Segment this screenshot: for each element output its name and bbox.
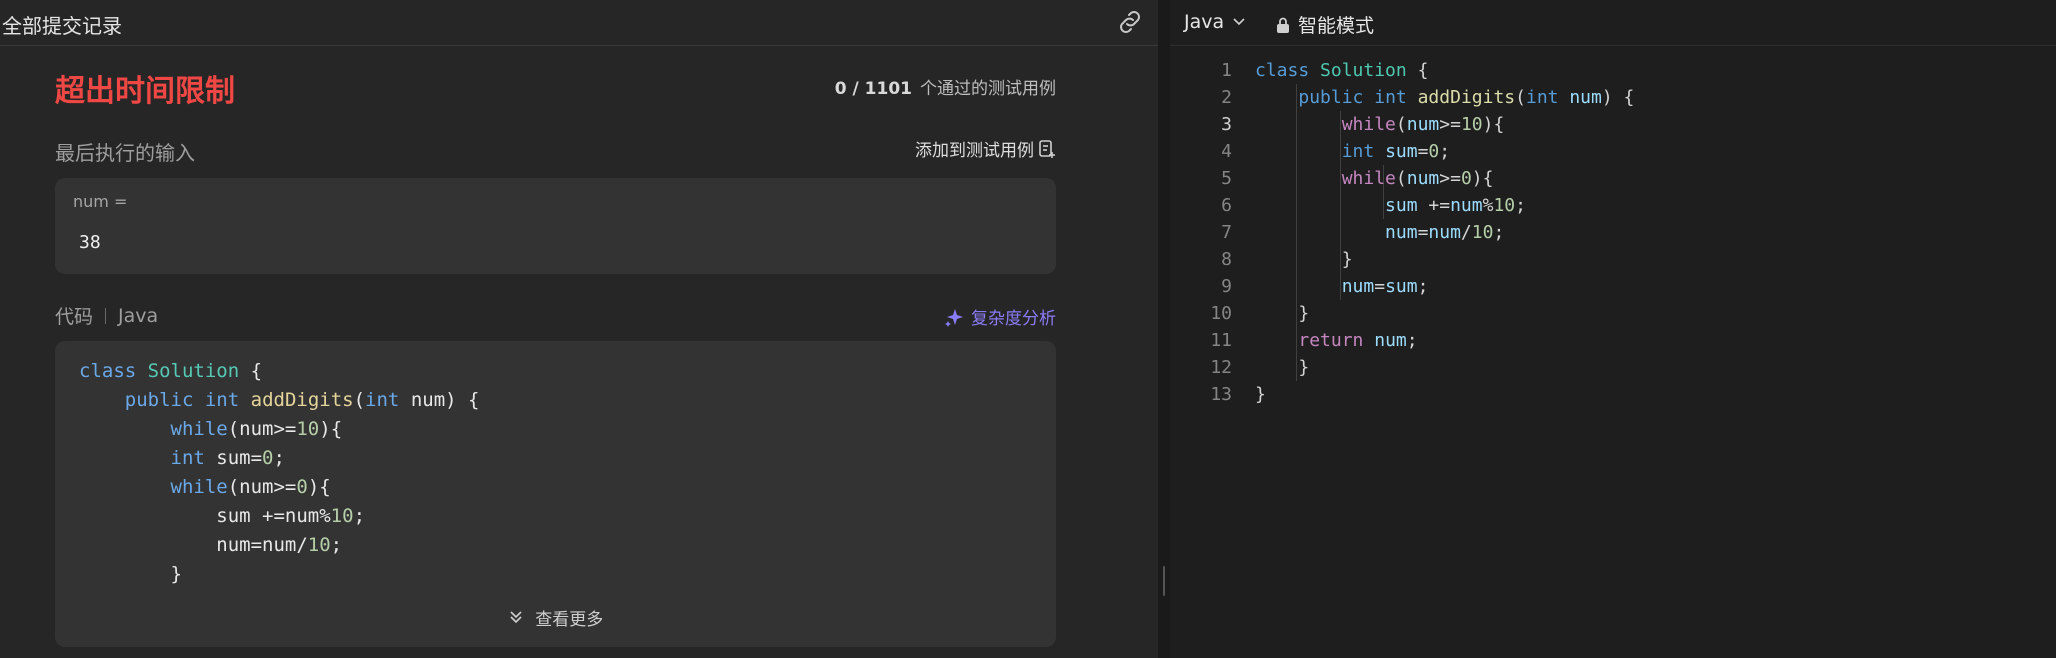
line-number: 10 [1210,303,1232,324]
link-icon[interactable] [1116,10,1144,34]
code-line: } [1255,249,1353,270]
code-line: sum +=num%10; [1385,195,1526,216]
code-preview-line: sum +=num%10; [79,505,366,527]
code-line: while(num>=0){ [1341,168,1494,189]
complexity-analysis-label: 复杂度分析 [971,309,1056,329]
editor-code-lines[interactable]: class Solution { public int addDigits(in… [1255,57,1634,408]
add-to-testcase-label: 添加到测试用例 [915,141,1034,161]
all-submissions-link[interactable]: 全部提交记录 [2,10,122,39]
submitted-code-preview: class Solution { public int addDigits(in… [55,341,1056,647]
code-line: } [1255,303,1310,324]
add-to-testcase-button[interactable]: 添加到测试用例 [915,136,1056,161]
code-preview-line: num=num/10; [79,534,343,556]
testcase-pass-count: 0 / 1101 个通过的测试用例 [835,74,1056,99]
line-number: 9 [1221,276,1232,297]
code-line: class Solution { [1255,60,1429,81]
smart-mode-toggle[interactable]: 智能模式 [1276,11,1374,38]
code-language-label: Java [118,304,159,327]
line-number: 13 [1210,384,1232,405]
code-preview-line: int sum=0; [170,447,285,469]
app-root: 全部提交记录 超出时间限制 0 / 1101 个通过的测试用例 最后执行的输入 添… [0,0,2056,658]
code-line: } [1255,384,1266,405]
code-label-separator [105,307,107,324]
line-number: 11 [1210,330,1232,351]
input-param-value: 38 [79,232,101,253]
see-more-label: 查看更多 [535,610,604,630]
code-line: num=num/10; [1385,222,1505,243]
pass-count-value: 0 / 1101 [834,79,912,99]
line-number: 1 [1221,60,1232,81]
code-line: public int addDigits(int num) { [1298,87,1635,108]
code-line: return num; [1298,330,1418,351]
code-preview-line: while(num>=0){ [170,476,331,498]
submission-status: 超出时间限制 [55,74,235,109]
line-number: 2 [1221,87,1232,108]
code-preview-line: public int addDigits(int num) { [124,389,480,411]
code-label-row: 代码 Java [55,302,158,329]
editor-toolbar: Java 智能模式 [1170,0,2056,46]
code-editor-panel: Java 智能模式 1 2 3 4 5 6 7 8 9 10 11 12 13 class Soluti… [1170,0,2056,658]
line-number: 6 [1221,195,1232,216]
line-number: 3 [1221,114,1232,135]
add-to-testcase-icon [1039,139,1055,158]
line-number: 12 [1210,357,1232,378]
line-number: 7 [1221,222,1232,243]
panel-resize-divider[interactable] [1158,0,1170,658]
code-preview-lines: class Solution { public int addDigits(in… [79,357,479,589]
double-chevron-down-icon [510,611,522,624]
input-param-name: num = [73,192,128,211]
resize-handle[interactable] [1163,566,1165,596]
smart-mode-label: 智能模式 [1298,15,1375,37]
pass-count-suffix: 个通过的测试用例 [920,79,1056,99]
submission-header: 全部提交记录 [0,0,1158,46]
code-line: int sum=0; [1341,141,1451,162]
line-number: 5 [1221,168,1232,189]
language-select-value: Java [1184,11,1225,33]
lock-icon [1277,17,1289,33]
code-preview-line: class Solution { [79,360,263,382]
code-line: while(num>=10){ [1341,114,1505,135]
sparkle-icon [945,308,963,327]
submission-panel: 全部提交记录 超出时间限制 0 / 1101 个通过的测试用例 最后执行的输入 添… [0,0,1158,658]
line-number: 4 [1221,141,1232,162]
line-number: 8 [1221,249,1232,270]
chevron-down-icon [1233,18,1245,26]
complexity-analysis-button[interactable]: 复杂度分析 [943,304,1056,329]
last-input-label: 最后执行的输入 [55,141,195,165]
line-number-gutter: 1 2 3 4 5 6 7 8 9 10 11 12 13 [1170,57,1232,408]
code-line: } [1255,357,1310,378]
last-input-box: num = 38 [55,178,1056,274]
code-label: 代码 [55,306,94,328]
see-more-button[interactable]: 查看更多 [55,605,1056,630]
language-select[interactable]: Java [1184,11,1246,33]
code-preview-line: while(num>=10){ [170,418,343,440]
code-preview-line: } [79,563,182,585]
code-line: num=sum; [1341,276,1429,297]
